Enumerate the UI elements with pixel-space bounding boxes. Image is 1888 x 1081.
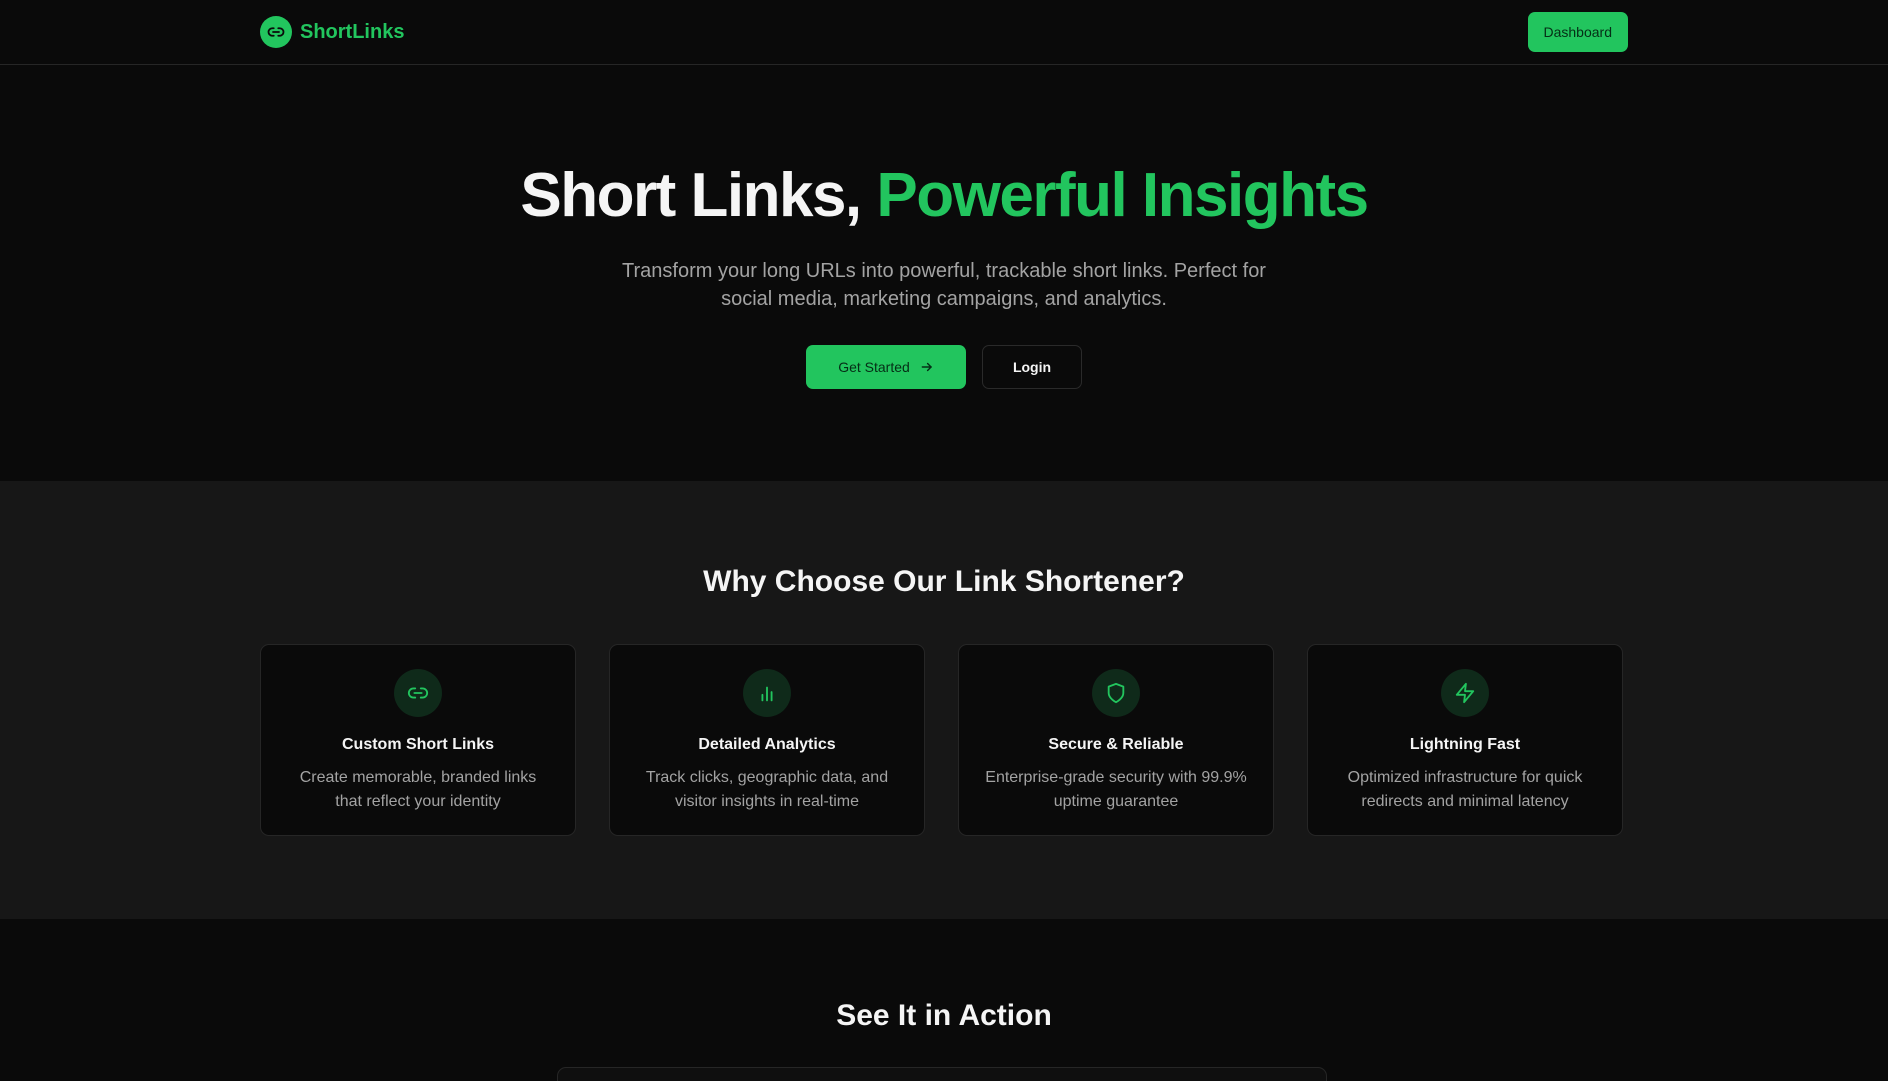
hero-title-highlight: Powerful Insights (876, 161, 1369, 230)
feature-title: Secure & Reliable (1048, 736, 1184, 753)
feature-description: Create memorable, branded links that ref… (299, 769, 537, 810)
feature-title: Custom Short Links (341, 736, 494, 753)
feature-title: Detailed Analytics (698, 736, 836, 753)
hero-subtitle: Transform your long URLs into powerful, … (622, 260, 1266, 310)
login-button[interactable]: Login (982, 345, 1082, 389)
feature-title: Lightning Fast (1409, 736, 1521, 753)
logo-text: ShortLinks (300, 20, 405, 43)
hero-buttons: Get Started Login (0, 345, 1888, 389)
site-header: ShortLinks Dashboard (0, 0, 1888, 65)
demo-panel (557, 1067, 1327, 1081)
feature-card-analytics: Detailed Analytics Track clicks, geograp… (609, 644, 925, 836)
lightning-icon (1441, 669, 1489, 717)
feature-description: Enterprise-grade security with 99.9% upt… (985, 769, 1247, 810)
demo-title: See It in Action (836, 999, 1052, 1032)
get-started-label: Get Started (838, 359, 910, 375)
get-started-button[interactable]: Get Started (806, 345, 966, 389)
feature-card-custom-links: Custom Short Links Create memorable, bra… (260, 644, 576, 836)
feature-card-secure: Secure & Reliable Enterprise-grade secur… (958, 644, 1274, 836)
feature-description: Optimized infrastructure for quick redir… (1347, 769, 1583, 810)
feature-description: Track clicks, geographic data, and visit… (645, 769, 889, 810)
feature-cards: Custom Short Links Create memorable, bra… (260, 644, 1628, 836)
hero-title-main: Short Links, (520, 161, 862, 230)
features-section: Why Choose Our Link Shortener? Custom Sh… (0, 481, 1888, 919)
link-icon (394, 669, 442, 717)
link-icon (260, 16, 292, 48)
hero-section: Short Links, Powerful Insights Transform… (0, 65, 1888, 481)
shield-icon (1092, 669, 1140, 717)
hero-title: Short Links, Powerful Insights (0, 65, 1888, 227)
arrow-right-icon (921, 362, 932, 372)
feature-card-fast: Lightning Fast Optimized infrastructure … (1307, 644, 1623, 836)
bar-chart-icon (743, 669, 791, 717)
dashboard-button[interactable]: Dashboard (1527, 12, 1628, 52)
features-title: Why Choose Our Link Shortener? (703, 565, 1185, 598)
demo-section: See It in Action (0, 919, 1888, 1081)
logo[interactable]: ShortLinks (260, 16, 404, 48)
